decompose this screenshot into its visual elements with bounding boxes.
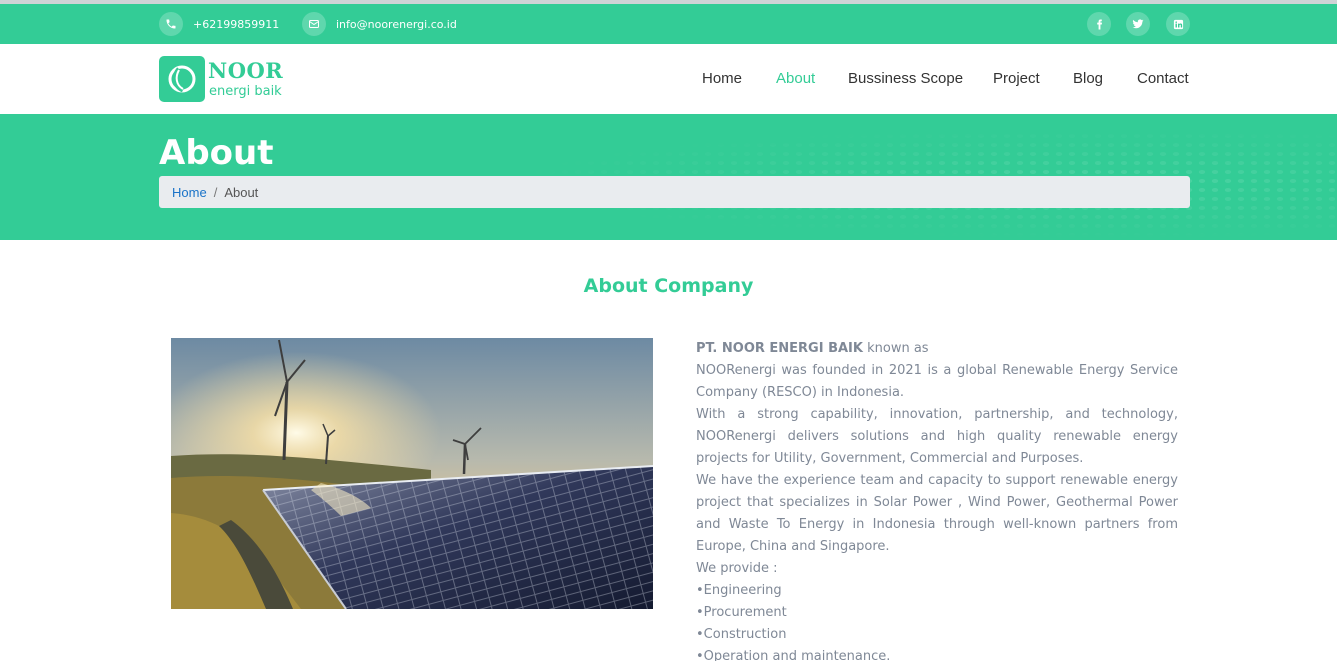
logo-name: NOOR: [208, 58, 284, 83]
about-intro: PT. NOOR ENERGI BAIK known as: [696, 338, 1178, 360]
service-item: •Procurement: [696, 605, 787, 620]
breadcrumb: Home / About: [159, 176, 1190, 208]
page-title: About: [159, 133, 274, 173]
nav-home[interactable]: Home: [702, 70, 742, 87]
solar-wind-photo: [171, 338, 653, 609]
facebook-icon[interactable]: [1087, 12, 1111, 36]
provide-label: We provide :: [696, 561, 778, 576]
phone-contact[interactable]: +62199859911: [159, 4, 279, 44]
linkedin-icon[interactable]: [1166, 12, 1190, 36]
nav-blog[interactable]: Blog: [1073, 70, 1103, 87]
nav-project[interactable]: Project: [993, 70, 1040, 87]
email-address: info@noorenergi.co.id: [336, 17, 457, 31]
service-item: •Construction: [696, 627, 787, 642]
logo-subtitle: energi baik: [209, 84, 282, 99]
email-contact[interactable]: info@noorenergi.co.id: [302, 4, 457, 44]
nav-business-scope[interactable]: Bussiness Scope: [848, 70, 963, 87]
about-paragraph-1: NOORenergi was founded in 2021 is a glob…: [696, 363, 1178, 400]
breadcrumb-current: About: [224, 184, 259, 200]
page-hero-banner: About Home / About: [0, 114, 1337, 240]
main-navbar: NOOR energi baik Home About Bussiness Sc…: [0, 44, 1337, 114]
company-name: PT. NOOR ENERGI BAIK: [696, 341, 863, 356]
breadcrumb-separator: /: [213, 184, 218, 200]
breadcrumb-home-link[interactable]: Home: [172, 185, 207, 200]
about-description: PT. NOOR ENERGI BAIK known as NOORenergi…: [696, 338, 1178, 661]
top-contact-bar: +62199859911 info@noorenergi.co.id: [0, 4, 1337, 44]
intro-suffix: known as: [862, 341, 929, 356]
nav-contact[interactable]: Contact: [1137, 70, 1189, 87]
service-item: •Engineering: [696, 583, 782, 598]
about-paragraph-3: We have the experience team and capacity…: [696, 473, 1178, 554]
nav-about[interactable]: About: [776, 70, 815, 87]
mail-icon: [302, 12, 326, 36]
twitter-icon[interactable]: [1126, 12, 1150, 36]
site-logo[interactable]: NOOR energi baik: [159, 56, 289, 102]
phone-icon: [159, 12, 183, 36]
service-item: •Operation and maintenance.: [696, 649, 891, 661]
section-title: About Company: [583, 275, 754, 297]
logo-mark: [159, 56, 205, 102]
phone-number: +62199859911: [193, 17, 280, 31]
about-paragraph-2: With a strong capability, innovation, pa…: [696, 407, 1178, 466]
